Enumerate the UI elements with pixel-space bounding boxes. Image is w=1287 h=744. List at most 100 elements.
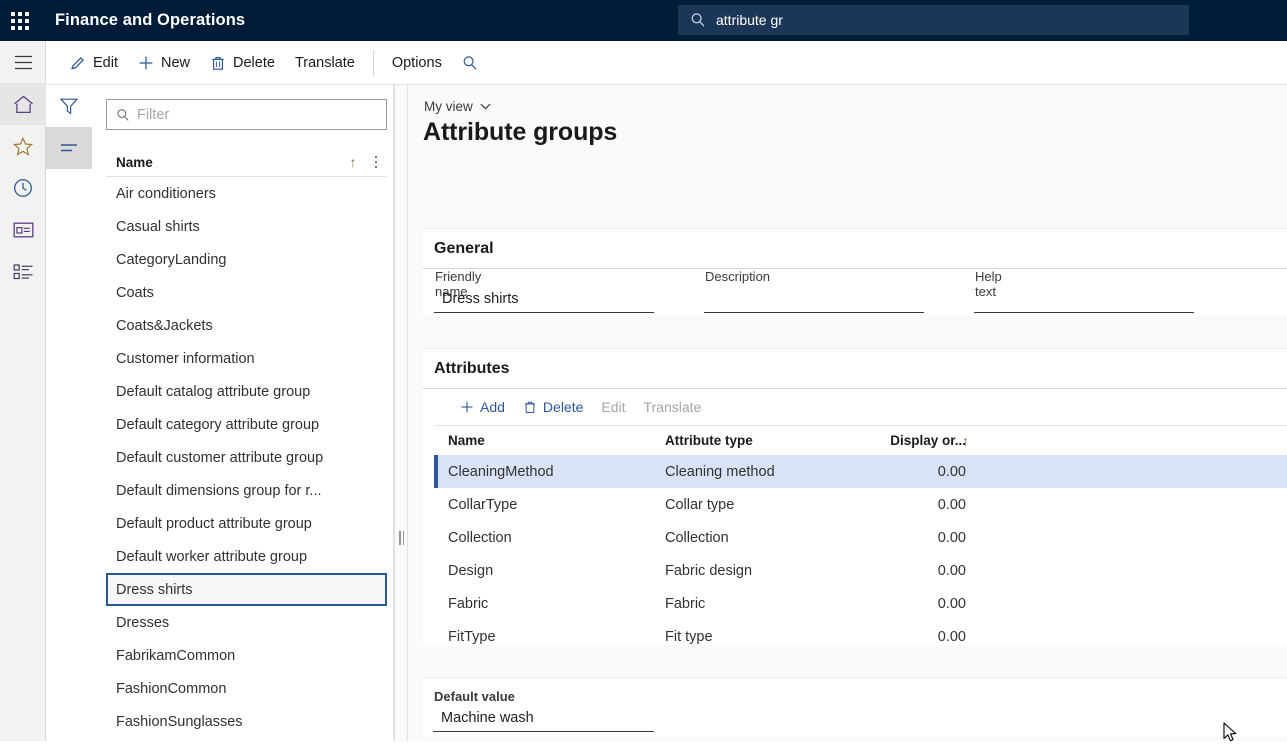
search-icon (116, 108, 130, 122)
column-header-attribute-type[interactable]: Attribute type (665, 433, 753, 448)
hamburger-menu-icon (14, 55, 33, 70)
cell-display-order: 0.00 (855, 464, 966, 480)
search-icon (690, 12, 706, 28)
chevron-down-icon (480, 103, 491, 110)
sort-ascending-icon[interactable]: ↑ (962, 433, 969, 449)
cell-name: Collection (448, 530, 512, 546)
table-row[interactable]: FitType Fit type 0.00 (434, 620, 1287, 653)
table-row[interactable]: Collection Collection 0.00 (434, 521, 1287, 554)
list-item[interactable]: Default category attribute group (106, 408, 387, 441)
friendly-name-input[interactable]: Dress shirts (434, 286, 654, 313)
attribute-group-list: Air conditioners Casual shirts CategoryL… (106, 177, 387, 737)
table-row[interactable]: CleaningMethod Cleaning method 0.00 (434, 455, 1287, 488)
list-item-label: Default customer attribute group (116, 450, 323, 466)
trash-icon (523, 400, 537, 414)
edit-button[interactable]: Edit (60, 47, 128, 79)
list-item[interactable]: FabrikamCommon (106, 639, 387, 672)
workspaces-button[interactable] (0, 209, 46, 251)
more-vertical-icon[interactable] (375, 156, 378, 169)
list-item-label: Coats (116, 285, 154, 301)
list-item[interactable]: CategoryLanding (106, 243, 387, 276)
navigation-menu-button[interactable] (0, 41, 46, 83)
attributes-section-header[interactable]: Attributes (423, 349, 1287, 389)
view-selector[interactable]: My view (424, 99, 491, 114)
list-item[interactable]: FashionSunglasses (106, 705, 387, 737)
filter-placeholder: Filter (137, 107, 169, 123)
cell-display-order: 0.00 (855, 629, 966, 645)
general-fields-row: Friendly name Dress shirts Description H… (423, 269, 1287, 316)
column-header-name[interactable]: Name (448, 433, 485, 448)
add-attribute-label: Add (480, 399, 505, 415)
top-navigation-bar: Finance and Operations attribute gr (0, 0, 1287, 41)
list-item[interactable]: Default catalog attribute group (106, 375, 387, 408)
general-section-title: General (434, 240, 494, 258)
list-lines-icon (59, 141, 79, 155)
list-item[interactable]: Dresses (106, 606, 387, 639)
home-button[interactable] (0, 83, 46, 125)
edit-attribute-label: Edit (601, 399, 625, 415)
description-input[interactable] (704, 286, 924, 313)
list-item-label: Air conditioners (116, 186, 216, 202)
favorites-button[interactable] (0, 125, 46, 167)
list-item-label: Default catalog attribute group (116, 384, 310, 400)
cell-attribute-type: Collar type (665, 497, 734, 513)
cell-name: Fabric (448, 596, 488, 612)
list-item[interactable]: Coats&Jackets (106, 309, 387, 342)
cell-name: Design (448, 563, 493, 579)
filter-input[interactable]: Filter (106, 99, 387, 130)
list-item[interactable]: Air conditioners (106, 177, 387, 210)
table-row[interactable]: Fabric Fabric 0.00 (434, 587, 1287, 620)
search-icon (462, 55, 478, 71)
list-item[interactable]: Casual shirts (106, 210, 387, 243)
default-value-section: Default value Machine wash (423, 677, 1287, 737)
cell-attribute-type: Cleaning method (665, 464, 775, 480)
modules-button[interactable] (0, 251, 46, 293)
attributes-toolbar: Add Delete Edit Translate (423, 389, 1287, 425)
add-attribute-button[interactable]: Add (451, 393, 514, 421)
translate-label: Translate (295, 55, 355, 71)
list-item-label: Customer information (116, 351, 255, 367)
table-row[interactable]: CollarType Collar type 0.00 (434, 488, 1287, 521)
app-launcher-icon (11, 12, 29, 30)
sort-ascending-icon[interactable]: ↑ (350, 154, 357, 170)
list-item[interactable]: Coats (106, 276, 387, 309)
cell-display-order: 0.00 (855, 596, 966, 612)
list-item[interactable]: Default worker attribute group (106, 540, 387, 573)
new-button[interactable]: New (128, 47, 200, 79)
global-search-value: attribute gr (716, 12, 783, 28)
global-search-input[interactable]: attribute gr (678, 5, 1189, 35)
options-button[interactable]: Options (382, 47, 452, 79)
cell-display-order: 0.00 (855, 530, 966, 546)
column-header-display-order[interactable]: Display or... (855, 433, 966, 448)
options-label: Options (392, 55, 442, 71)
default-value-input[interactable]: Machine wash (433, 705, 654, 732)
list-item-label: FashionSunglasses (116, 714, 243, 730)
delete-attribute-button[interactable]: Delete (514, 393, 592, 421)
list-item[interactable]: FashionCommon (106, 672, 387, 705)
general-section-header[interactable]: General (423, 229, 1287, 269)
translate-button[interactable]: Translate (285, 47, 365, 79)
cell-attribute-type: Fabric design (665, 563, 752, 579)
list-item-label: Dresses (116, 615, 169, 631)
list-item[interactable]: Default customer attribute group (106, 441, 387, 474)
recent-button[interactable] (0, 167, 46, 209)
delete-button[interactable]: Delete (200, 47, 285, 79)
table-row[interactable]: Design Fabric design 0.00 (434, 554, 1287, 587)
help-text-input[interactable] (974, 286, 1194, 313)
edit-label: Edit (93, 55, 118, 71)
list-pane-tab[interactable] (46, 127, 92, 169)
main-content: My view Attribute groups Name Dress shir… (408, 85, 1287, 741)
pane-splitter[interactable] (394, 85, 408, 741)
list-item[interactable]: Default dimensions group for r... (106, 474, 387, 507)
filter-funnel-icon (59, 97, 79, 116)
list-item-selected[interactable]: Dress shirts (106, 573, 387, 606)
list-item[interactable]: Customer information (106, 342, 387, 375)
list-column-header-name: Name (116, 155, 350, 170)
list-item[interactable]: Default product attribute group (106, 507, 387, 540)
page-search-button[interactable] (452, 47, 495, 79)
new-label: New (161, 55, 190, 71)
default-value-text: Machine wash (441, 710, 534, 726)
filter-pane-tab[interactable] (46, 85, 92, 127)
app-launcher-button[interactable] (0, 0, 40, 41)
general-section: General Friendly name Dress shirts Descr… (423, 228, 1287, 316)
